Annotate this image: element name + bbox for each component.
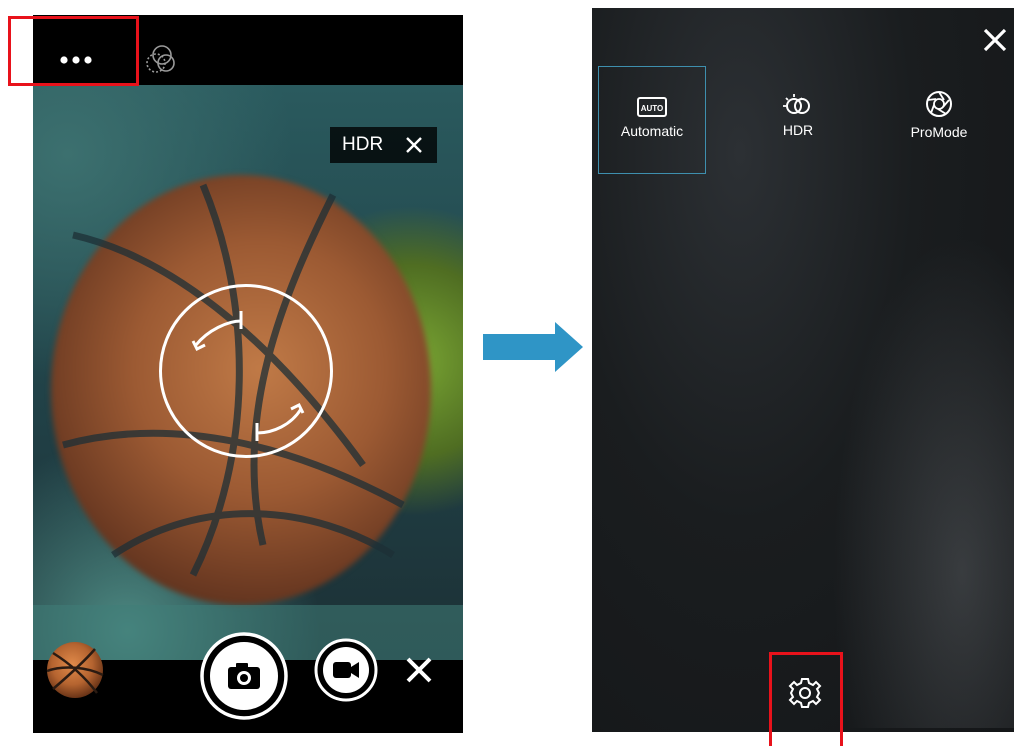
gallery-thumbnail[interactable]	[45, 641, 105, 699]
highlight-more-options	[8, 16, 139, 86]
mode-pro-label: ProMode	[910, 124, 968, 140]
highlight-settings	[769, 652, 843, 746]
shutter-button[interactable]	[199, 631, 289, 721]
hdr-indicator-label: HDR	[342, 134, 384, 155]
mode-automatic[interactable]: AUTO Automatic	[598, 66, 706, 174]
mode-menu-screen: AUTO Automatic HDR ProMode	[592, 8, 1014, 732]
mode-hdr-label: HDR	[782, 122, 814, 138]
video-record-button[interactable]	[313, 637, 379, 703]
mode-hdr[interactable]: HDR	[744, 66, 852, 174]
hdr-icon	[783, 94, 810, 114]
focus-rotate-arrows-icon	[191, 311, 305, 441]
mode-pro[interactable]: ProMode	[885, 66, 993, 174]
close-hdr-icon[interactable]	[405, 136, 423, 154]
mode-automatic-label: Automatic	[620, 123, 684, 139]
auto-icon: AUTO	[637, 97, 667, 117]
hdr-indicator: HDR	[330, 127, 437, 163]
auto-badge-text: AUTO	[641, 104, 664, 113]
background-glow	[822, 208, 1014, 728]
hdr-mode-icon[interactable]	[144, 43, 178, 75]
close-menu-icon[interactable]	[983, 28, 1007, 52]
close-camera-icon[interactable]	[404, 655, 434, 685]
camera-screen: HDR	[33, 15, 463, 733]
transition-arrow-icon	[483, 322, 583, 372]
aperture-icon	[926, 91, 952, 117]
